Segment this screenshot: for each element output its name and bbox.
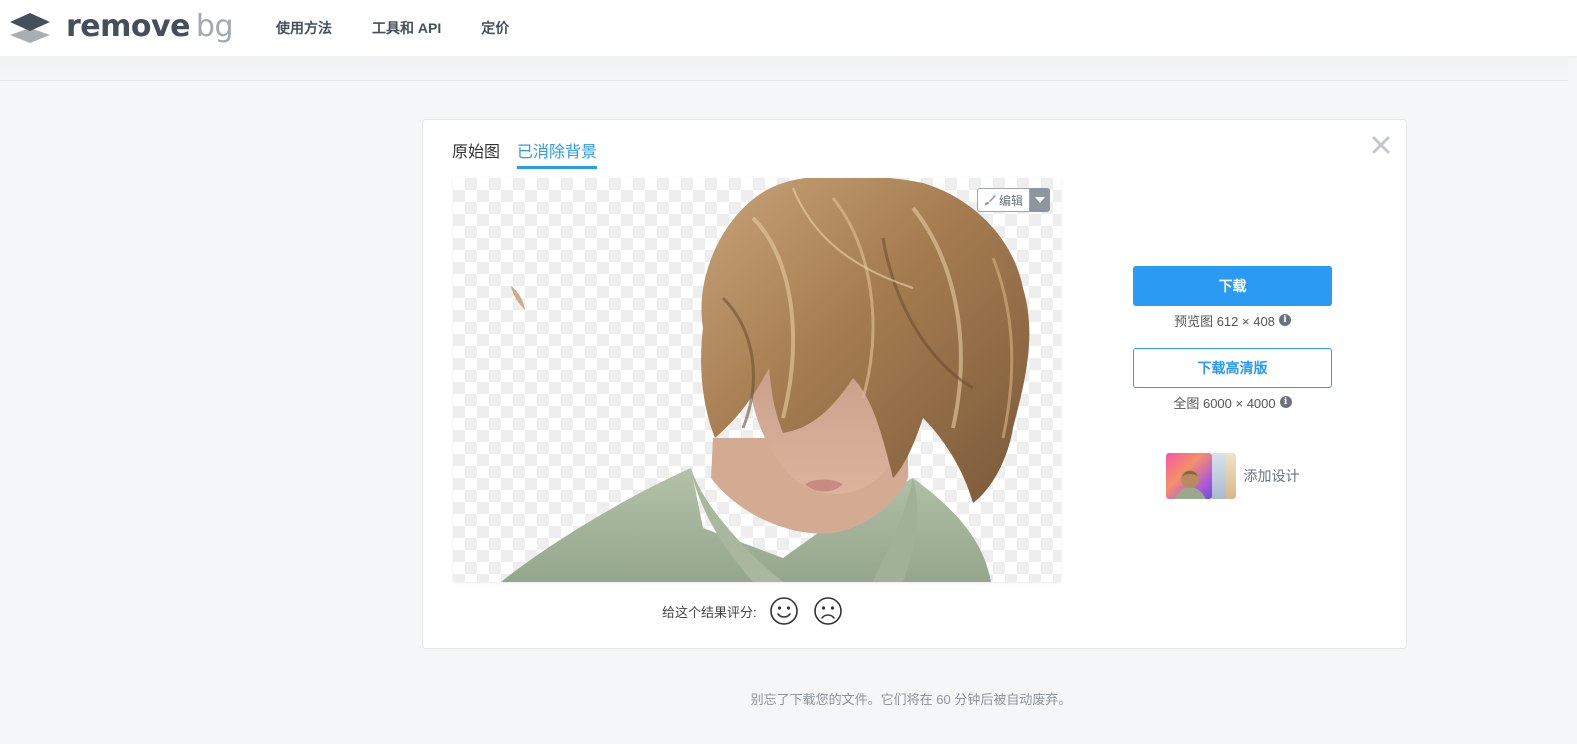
design-thumbnails [1165, 453, 1236, 499]
smile-icon[interactable] [769, 596, 799, 626]
download-button[interactable]: 下载 [1133, 266, 1332, 306]
view-tabs: 原始图 已消除背景 [452, 142, 598, 169]
stacked-layers-icon [10, 13, 50, 43]
nav-pricing[interactable]: 定价 [481, 18, 509, 38]
design-thumb-front [1165, 453, 1212, 499]
top-header: remove bg 使用方法 工具和 API 定价 [0, 0, 1577, 56]
preview-size-text: 预览图 612 × 408 [1174, 313, 1275, 329]
portrait-cutout [501, 178, 1030, 582]
header-divider [0, 56, 1568, 81]
download-hd-button[interactable]: 下载高清版 [1133, 348, 1332, 388]
close-icon[interactable] [1370, 134, 1392, 156]
portrait-thumb [1173, 470, 1206, 499]
main-nav: 使用方法 工具和 API 定价 [276, 18, 509, 38]
download-panel: 下载 预览图 612 × 408 i 下载高清版 全图 6000 × 4000 … [1133, 266, 1332, 499]
preview-size-info: 预览图 612 × 408 i [1133, 312, 1332, 329]
result-card: 原始图 已消除背景 编辑 给这个结果评分: 下载 预览图 612 × 408 i… [422, 119, 1407, 649]
brush-icon [984, 195, 996, 205]
nav-how-to-use[interactable]: 使用方法 [276, 18, 332, 38]
info-icon[interactable]: i [1279, 396, 1292, 408]
design-thumb-middle [1209, 453, 1226, 499]
tab-original[interactable]: 原始图 [452, 142, 500, 169]
edit-control: 编辑 [976, 188, 1050, 212]
logo-text: remove bg [66, 9, 234, 44]
full-size-info: 全图 6000 × 4000 i [1133, 394, 1332, 411]
add-design-label: 添加设计 [1243, 468, 1300, 484]
info-icon[interactable]: i [1278, 314, 1291, 326]
rating-label: 给这个结果评分: [662, 604, 757, 620]
logo-text-remove: remove [66, 9, 190, 44]
expiry-note: 别忘了下载您的文件。它们将在 60 分钟后被自动废弃。 [750, 692, 1072, 707]
logo-text-bg: bg [195, 9, 234, 44]
result-preview-image: 编辑 [453, 178, 1061, 582]
rating-bar: 给这个结果评分: [662, 596, 843, 626]
add-design-button[interactable]: 添加设计 [1133, 453, 1332, 499]
logo[interactable]: remove bg [8, 9, 234, 44]
caret-down-icon [1035, 197, 1045, 203]
frown-icon[interactable] [813, 596, 843, 626]
edit-button[interactable]: 编辑 [976, 188, 1030, 212]
full-size-text: 全图 6000 × 4000 [1173, 395, 1276, 411]
nav-tools-api[interactable]: 工具和 API [372, 18, 441, 38]
edit-dropdown-button[interactable] [1030, 188, 1050, 212]
tab-removed-background[interactable]: 已消除背景 [517, 142, 598, 169]
edit-label: 编辑 [998, 193, 1023, 208]
